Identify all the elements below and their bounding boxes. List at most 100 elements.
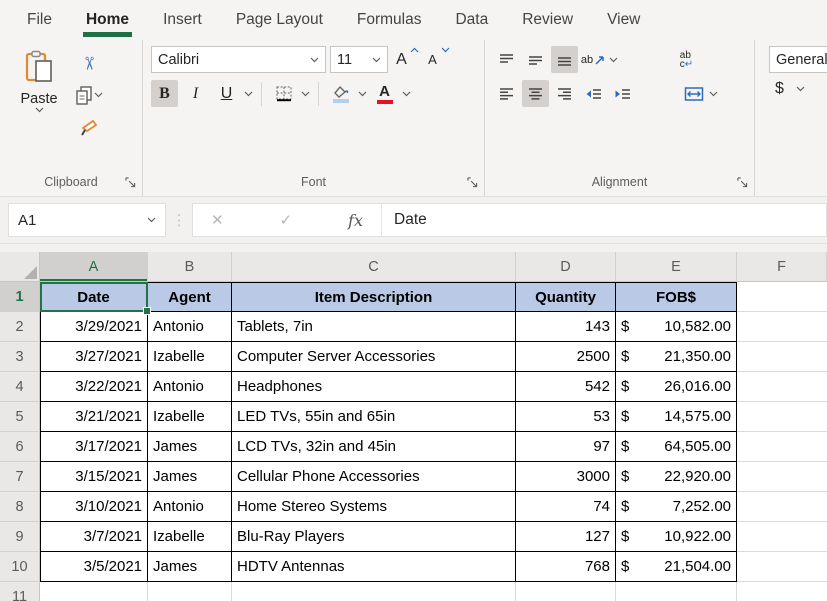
- cell-E10[interactable]: $21,504.00: [616, 552, 737, 582]
- cell-B10[interactable]: James: [148, 552, 232, 582]
- cell-E9[interactable]: $10,922.00: [616, 522, 737, 552]
- cell-F3[interactable]: [737, 342, 827, 372]
- name-box-dropdown-icon[interactable]: [147, 217, 156, 223]
- italic-button[interactable]: I: [182, 80, 209, 107]
- orientation-dropdown-icon[interactable]: [609, 57, 618, 63]
- tab-data[interactable]: Data: [438, 0, 505, 40]
- cell-F6[interactable]: [737, 432, 827, 462]
- formula-bar-resize-handle[interactable]: ⋮: [166, 211, 192, 229]
- fill-color-dropdown-icon[interactable]: [358, 91, 367, 97]
- cell-D1[interactable]: Quantity: [516, 282, 616, 312]
- cell-E3[interactable]: $21,350.00: [616, 342, 737, 372]
- cell-E4[interactable]: $26,016.00: [616, 372, 737, 402]
- cell-A8[interactable]: 3/10/2021: [40, 492, 148, 522]
- accounting-format-button[interactable]: $: [775, 80, 784, 98]
- align-left-button[interactable]: [493, 80, 520, 107]
- cell-D8[interactable]: 74: [516, 492, 616, 522]
- decrease-indent-button[interactable]: [580, 80, 607, 107]
- copy-button[interactable]: [74, 82, 103, 108]
- name-box[interactable]: A1: [8, 203, 166, 237]
- borders-dropdown-icon[interactable]: [301, 91, 310, 97]
- cell-C2[interactable]: Tablets, 7in: [232, 312, 516, 342]
- cell-C5[interactable]: LED TVs, 55in and 65in: [232, 402, 516, 432]
- cell-F11[interactable]: [737, 582, 827, 601]
- wrap-text-button[interactable]: ab c↵: [673, 46, 700, 73]
- font-color-button[interactable]: A: [371, 80, 398, 107]
- merge-center-button[interactable]: [680, 80, 707, 107]
- cell-A2[interactable]: 3/29/2021: [40, 312, 148, 342]
- paste-button[interactable]: Paste: [8, 46, 70, 168]
- cell-B5[interactable]: Izabelle: [148, 402, 232, 432]
- cell-B2[interactable]: Antonio: [148, 312, 232, 342]
- cell-A4[interactable]: 3/22/2021: [40, 372, 148, 402]
- cell-C10[interactable]: HDTV Antennas: [232, 552, 516, 582]
- row-header-8[interactable]: 8: [0, 492, 40, 522]
- tab-insert[interactable]: Insert: [146, 0, 219, 40]
- cell-B1[interactable]: Agent: [148, 282, 232, 312]
- cell-E1[interactable]: FOB$: [616, 282, 737, 312]
- alignment-dialog-launcher-icon[interactable]: [735, 175, 749, 189]
- cell-C3[interactable]: Computer Server Accessories: [232, 342, 516, 372]
- cell-F5[interactable]: [737, 402, 827, 432]
- accounting-format-dropdown-icon[interactable]: [796, 86, 805, 92]
- row-header-5[interactable]: 5: [0, 402, 40, 432]
- cell-C6[interactable]: LCD TVs, 32in and 45in: [232, 432, 516, 462]
- cell-C7[interactable]: Cellular Phone Accessories: [232, 462, 516, 492]
- cell-F7[interactable]: [737, 462, 827, 492]
- tab-home[interactable]: Home: [69, 0, 146, 40]
- row-header-10[interactable]: 10: [0, 552, 40, 582]
- cell-D6[interactable]: 97: [516, 432, 616, 462]
- cell-F8[interactable]: [737, 492, 827, 522]
- cut-button[interactable]: ✂: [74, 50, 103, 76]
- paste-dropdown-icon[interactable]: [35, 107, 44, 113]
- number-format-combo[interactable]: General: [769, 46, 827, 73]
- tab-file[interactable]: File: [10, 0, 69, 40]
- cell-D2[interactable]: 143: [516, 312, 616, 342]
- column-header-F[interactable]: F: [737, 252, 827, 282]
- column-header-C[interactable]: C: [232, 252, 516, 282]
- top-align-button[interactable]: [493, 46, 520, 73]
- font-color-dropdown-icon[interactable]: [402, 91, 411, 97]
- cell-B8[interactable]: Antonio: [148, 492, 232, 522]
- cell-C9[interactable]: Blu-Ray Players: [232, 522, 516, 552]
- cell-D11[interactable]: [516, 582, 616, 601]
- cell-F4[interactable]: [737, 372, 827, 402]
- decrease-font-size-button[interactable]: A: [423, 46, 450, 73]
- tab-formulas[interactable]: Formulas: [340, 0, 439, 40]
- merge-center-dropdown-icon[interactable]: [709, 91, 718, 97]
- cell-E2[interactable]: $10,582.00: [616, 312, 737, 342]
- cell-F2[interactable]: [737, 312, 827, 342]
- increase-indent-button[interactable]: [609, 80, 636, 107]
- bold-button[interactable]: B: [151, 80, 178, 107]
- cell-A1[interactable]: Date: [40, 282, 148, 312]
- row-header-11[interactable]: 11: [0, 582, 40, 601]
- middle-align-button[interactable]: [522, 46, 549, 73]
- cell-C4[interactable]: Headphones: [232, 372, 516, 402]
- cell-A6[interactable]: 3/17/2021: [40, 432, 148, 462]
- enter-button[interactable]: ✓: [280, 211, 293, 229]
- formula-input[interactable]: Date: [382, 203, 827, 237]
- row-header-7[interactable]: 7: [0, 462, 40, 492]
- select-all-button[interactable]: [0, 252, 40, 282]
- tab-review[interactable]: Review: [505, 0, 590, 40]
- cell-B7[interactable]: James: [148, 462, 232, 492]
- font-name-combo[interactable]: Calibri: [151, 46, 326, 73]
- font-size-combo[interactable]: 11: [330, 46, 388, 73]
- font-dialog-launcher-icon[interactable]: [465, 175, 479, 189]
- orientation-button[interactable]: ab: [580, 46, 607, 73]
- clipboard-dialog-launcher-icon[interactable]: [123, 175, 137, 189]
- cell-D3[interactable]: 2500: [516, 342, 616, 372]
- underline-dropdown-icon[interactable]: [244, 91, 253, 97]
- row-header-2[interactable]: 2: [0, 312, 40, 342]
- cell-A9[interactable]: 3/7/2021: [40, 522, 148, 552]
- cell-F10[interactable]: [737, 552, 827, 582]
- row-header-9[interactable]: 9: [0, 522, 40, 552]
- cell-A10[interactable]: 3/5/2021: [40, 552, 148, 582]
- cell-E11[interactable]: [616, 582, 737, 601]
- cell-B6[interactable]: James: [148, 432, 232, 462]
- column-header-E[interactable]: E: [616, 252, 737, 282]
- cell-B3[interactable]: Izabelle: [148, 342, 232, 372]
- cell-A7[interactable]: 3/15/2021: [40, 462, 148, 492]
- increase-font-size-button[interactable]: A: [392, 46, 419, 73]
- cell-C1[interactable]: Item Description: [232, 282, 516, 312]
